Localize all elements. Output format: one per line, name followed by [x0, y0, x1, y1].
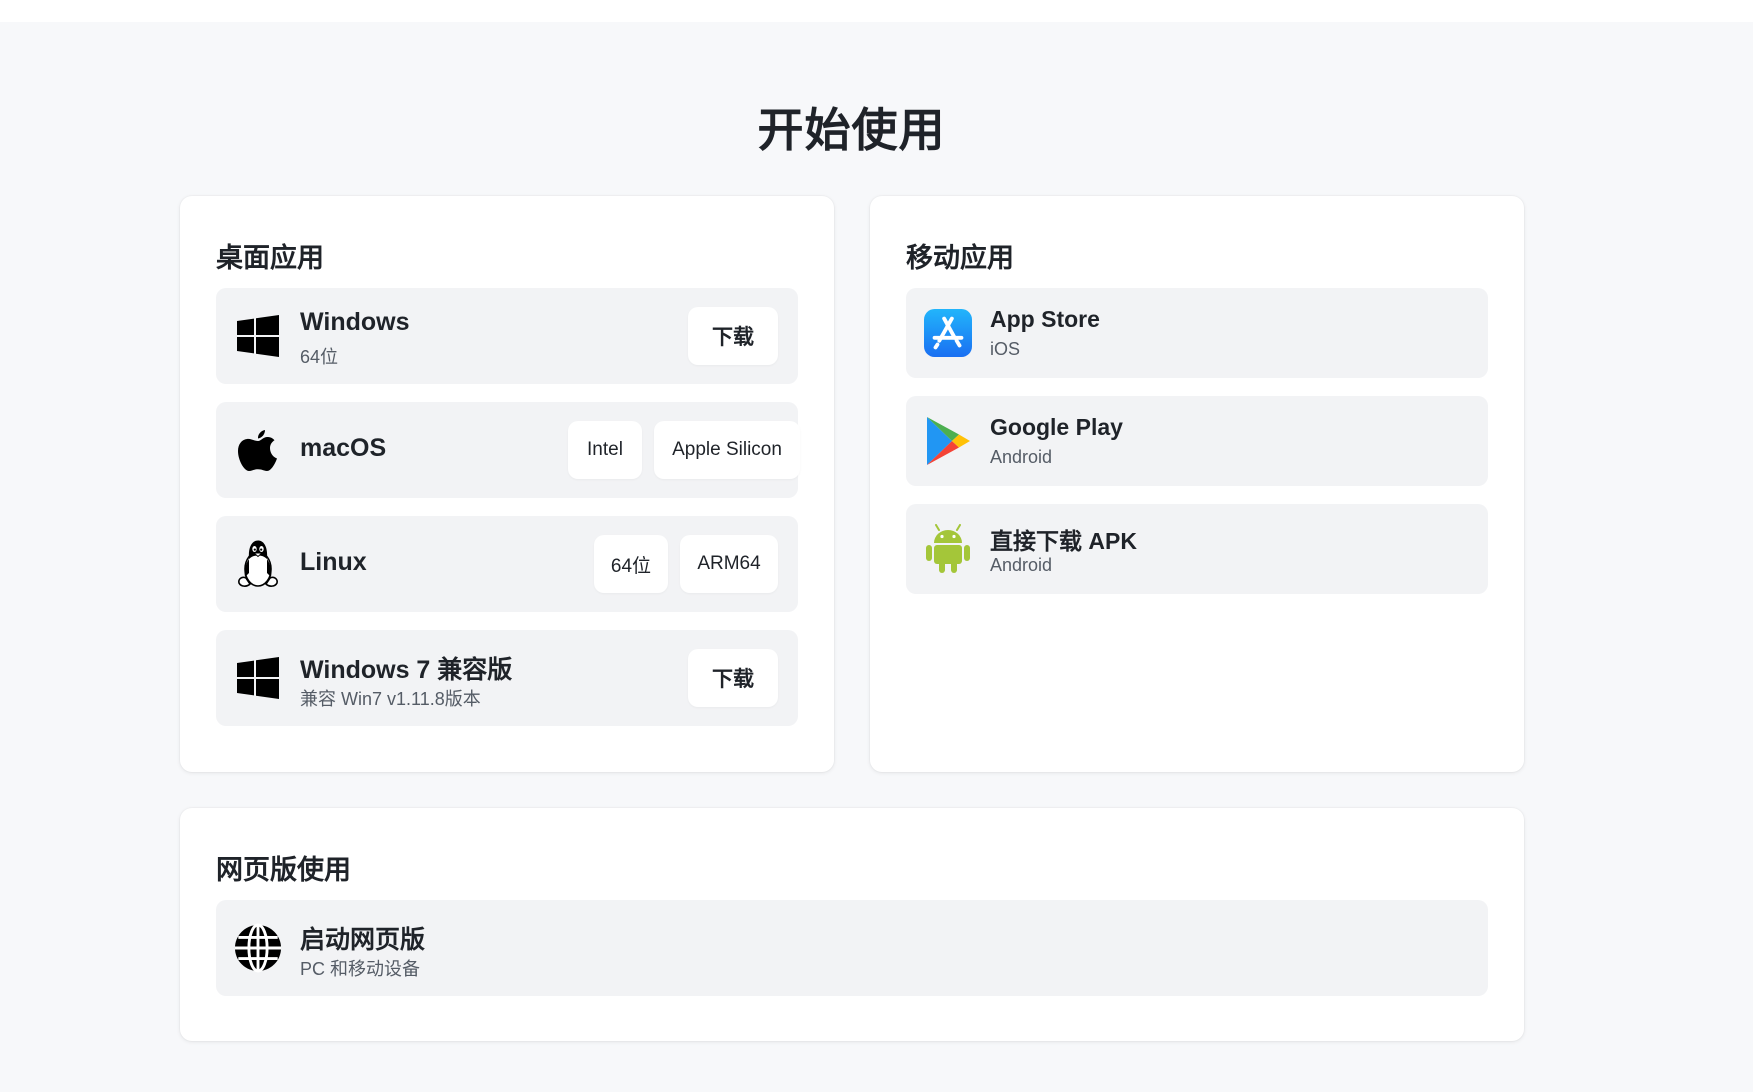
apple-icon [234, 426, 282, 474]
page-background: 开始使用 桌面应用 Windows 64位 下载 macOS Intel App… [0, 22, 1753, 1092]
app-store-icon [924, 309, 972, 357]
web-app-title: 网页版使用 [216, 855, 351, 885]
macos-intel-button[interactable]: Intel [568, 421, 642, 479]
row-name: macOS [300, 434, 387, 462]
row-subtitle: 64位 [300, 347, 339, 367]
mobile-apps-title: 移动应用 [906, 243, 1014, 273]
linux-icon [234, 540, 282, 588]
windows7-download-button[interactable]: 下载 [688, 649, 778, 707]
download-row-app-store[interactable]: App Store iOS [906, 288, 1488, 378]
google-play-icon [924, 417, 972, 465]
linux-arm64-button[interactable]: ARM64 [680, 535, 778, 593]
download-row-windows: Windows 64位 下载 [216, 288, 798, 384]
row-name: Google Play [990, 414, 1123, 440]
row-name: Windows [300, 308, 410, 336]
row-subtitle: PC 和移动设备 [300, 959, 421, 979]
download-row-apk[interactable]: 直接下载 APK Android [906, 504, 1488, 594]
windows-download-button[interactable]: 下载 [688, 307, 778, 365]
row-name: Windows 7 兼容版 [300, 656, 513, 684]
desktop-apps-title: 桌面应用 [216, 243, 324, 273]
launch-web-row[interactable]: 启动网页版 PC 和移动设备 [216, 900, 1488, 996]
windows-icon [234, 312, 282, 360]
download-row-google-play[interactable]: Google Play Android [906, 396, 1488, 486]
android-icon [924, 524, 972, 573]
row-subtitle: Android [990, 447, 1053, 467]
row-name: 直接下载 APK [990, 528, 1137, 554]
download-row-linux: Linux 64位 ARM64 [216, 516, 798, 612]
download-row-macos: macOS Intel Apple Silicon [216, 402, 800, 498]
row-subtitle: Android [990, 555, 1053, 575]
web-app-card: 网页版使用 启动网页版 PC 和移动设备 [180, 808, 1524, 1041]
row-name: App Store [990, 306, 1100, 332]
page-title: 开始使用 [757, 104, 946, 156]
desktop-apps-card: 桌面应用 Windows 64位 下载 macOS Intel Apple Si… [180, 196, 834, 772]
linux-64bit-button[interactable]: 64位 [594, 535, 668, 593]
mobile-apps-card: 移动应用 App Store iOS Google Play Android 直… [870, 196, 1524, 772]
globe-icon [234, 923, 282, 973]
macos-apple-silicon-button[interactable]: Apple Silicon [654, 421, 800, 479]
row-subtitle: iOS [990, 339, 1021, 359]
row-subtitle: 兼容 Win7 v1.11.8版本 [300, 689, 481, 709]
row-name: 启动网页版 [300, 926, 426, 954]
download-row-windows7: Windows 7 兼容版 兼容 Win7 v1.11.8版本 下载 [216, 630, 798, 726]
row-name: Linux [300, 548, 367, 576]
windows-icon [234, 654, 282, 702]
